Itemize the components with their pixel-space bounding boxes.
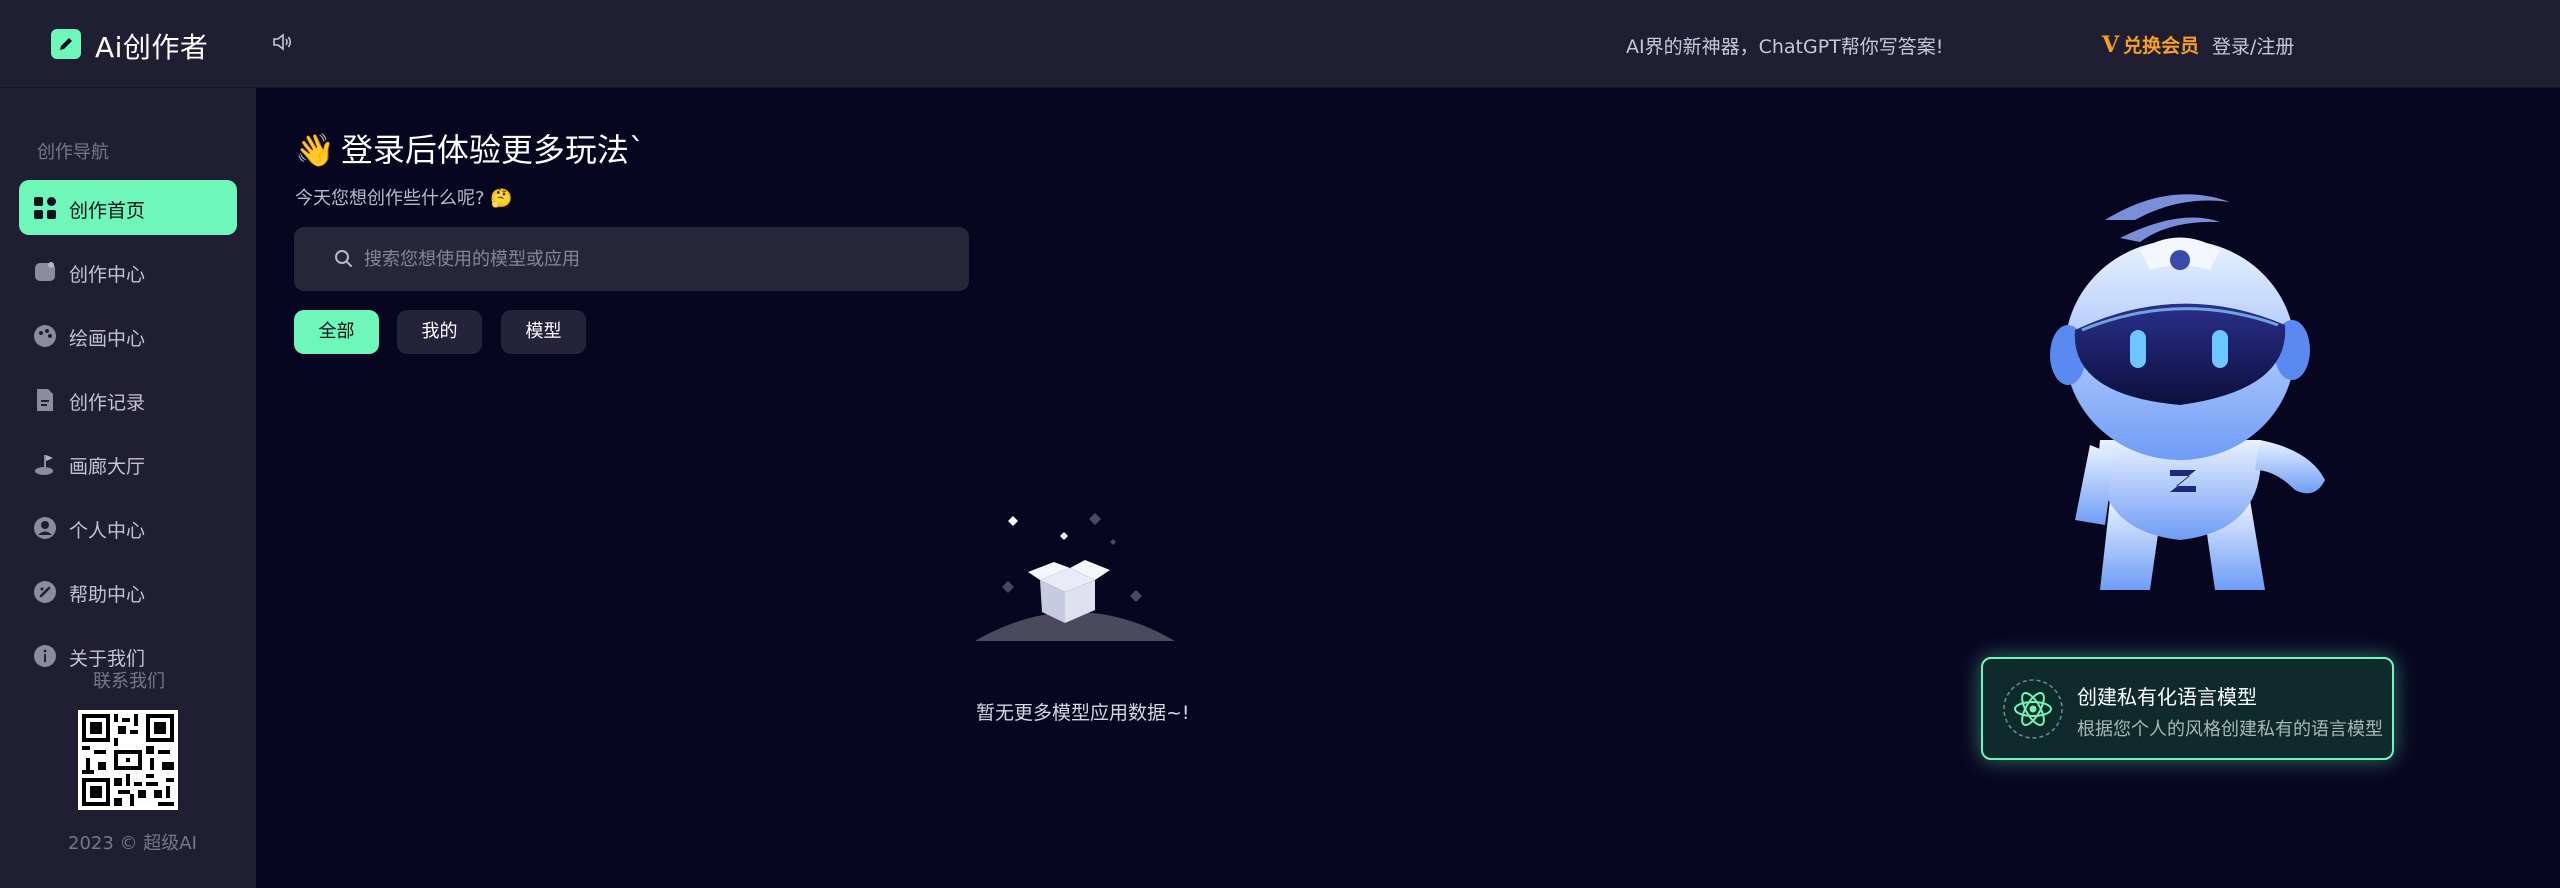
sidebar-item-label: 绘画中心: [69, 328, 146, 350]
page-subtitle: 今天您想创作些什么呢? 🤔: [295, 184, 513, 210]
header-slogan: AI界的新神器，ChatGPT帮你写答案!: [1626, 36, 1944, 58]
speaker-icon[interactable]: [271, 32, 293, 56]
app-name[interactable]: Ai创作者: [95, 26, 208, 66]
sidebar-item-label: 画廊大厅: [69, 456, 146, 478]
promo-title: 创建私有化语言模型: [2077, 685, 2257, 709]
sidebar-item-gallery[interactable]: 画廊大厅: [19, 436, 237, 491]
search-icon: [334, 249, 354, 273]
sidebar-item-label: 个人中心: [69, 520, 146, 542]
login-register-link[interactable]: 登录/注册: [2212, 32, 2294, 59]
page-subtitle-text: 今天您想创作些什么呢?: [295, 188, 485, 209]
sidebar-item-label: 帮助中心: [69, 584, 146, 606]
help-icon: [33, 580, 57, 604]
sidebar-item-records[interactable]: 创作记录: [19, 372, 237, 427]
nav-title: 创作导航: [37, 142, 109, 163]
vip-redeem-link[interactable]: V 兑换会员: [2102, 31, 2199, 58]
vip-label: 兑换会员: [2123, 35, 2200, 57]
tab-mine[interactable]: 我的: [397, 310, 482, 354]
sidebar-item-painting[interactable]: 绘画中心: [19, 308, 237, 363]
sidebar-item-profile[interactable]: 个人中心: [19, 500, 237, 555]
tab-models[interactable]: 模型: [501, 310, 586, 354]
copyright-text: 2023 © 超级AI: [68, 833, 197, 854]
create-private-model-card[interactable]: 创建私有化语言模型 根据您个人的风格创建私有的语言模型: [1981, 657, 2394, 760]
sidebar-item-label: 创作首页: [69, 200, 146, 222]
tab-all[interactable]: 全部: [294, 310, 379, 354]
thinking-face-icon: 🤔: [490, 188, 513, 209]
contact-title: 联系我们: [93, 671, 165, 692]
sidebar-item-help[interactable]: 帮助中心: [19, 564, 237, 619]
sidebar-item-create[interactable]: 创作中心: [19, 244, 237, 299]
search-bar[interactable]: [294, 227, 969, 291]
waving-hand-icon: 👋: [295, 131, 335, 169]
info-icon: [33, 644, 57, 668]
qr-code-image: [78, 710, 178, 810]
user-icon: [33, 516, 57, 540]
robot-mascot-image: [2020, 190, 2340, 624]
sidebar-item-home[interactable]: 创作首页: [19, 180, 237, 235]
vip-v-icon: V: [2102, 32, 2120, 58]
sidebar-item-label: 创作中心: [69, 264, 146, 286]
grid-icon: [33, 196, 57, 220]
sidebar-item-label: 创作记录: [69, 392, 146, 414]
top-header: Ai创作者 AI界的新神器，ChatGPT帮你写答案! V 兑换会员 登录/注册: [0, 0, 2560, 88]
promo-description: 根据您个人的风格创建私有的语言模型: [2077, 719, 2383, 740]
sidebar: 创作导航 创作首页 创作中心 绘画中心 创作记录 画廊大厅 个人中心 帮助中心 …: [0, 88, 256, 888]
empty-state-text: 暂无更多模型应用数据~!: [976, 702, 1190, 724]
atom-icon: [2002, 678, 2064, 744]
palette-icon: [33, 324, 57, 348]
search-input[interactable]: [364, 241, 944, 277]
chat-icon: [33, 260, 57, 284]
empty-box-illustration: [970, 508, 1180, 647]
page-title: 👋 登录后体验更多玩法`: [295, 125, 645, 171]
pencil-icon[interactable]: [51, 29, 81, 59]
document-icon: [33, 388, 57, 412]
gallery-icon: [33, 452, 57, 476]
page-title-text: 登录后体验更多玩法`: [340, 131, 645, 169]
